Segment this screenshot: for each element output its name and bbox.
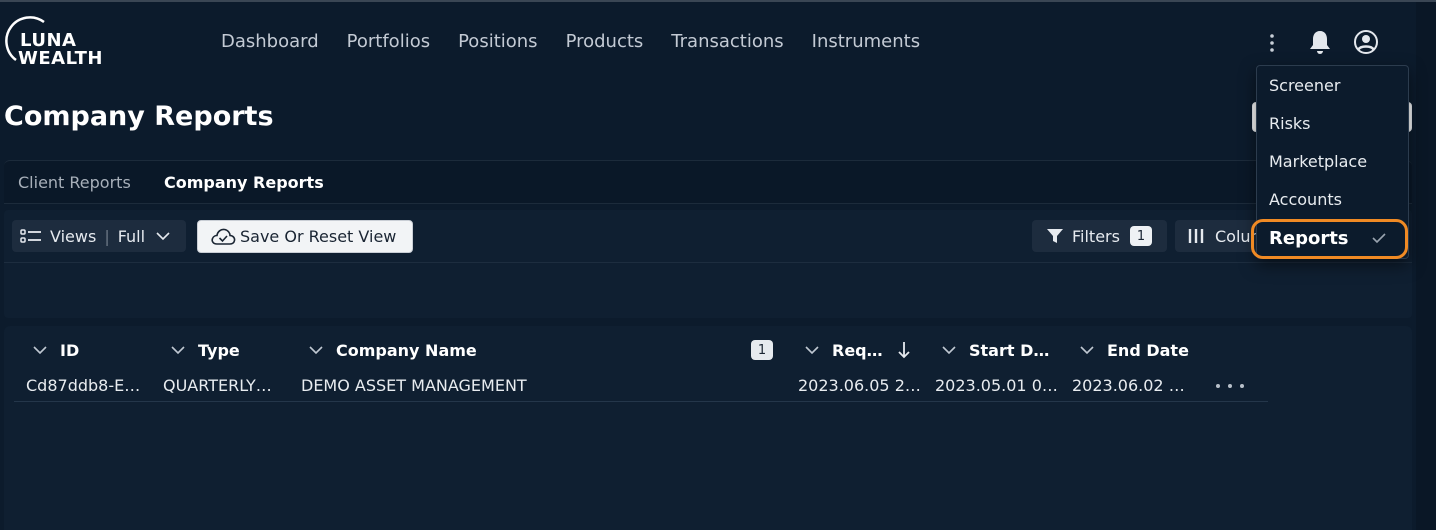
cell-id: Cd87ddb8-E… [26, 376, 141, 395]
menu-item-screener[interactable]: Screener [1269, 76, 1340, 96]
bell-icon[interactable] [1306, 28, 1334, 56]
report-tabs: Client Reports Company Reports [4, 160, 1412, 204]
column-header-start-date[interactable]: Start D… [941, 340, 1049, 360]
nav-transactions[interactable]: Transactions [671, 28, 783, 56]
user-avatar-icon[interactable] [1352, 28, 1380, 56]
main-nav: Dashboard Portfolios Positions Products … [221, 28, 920, 56]
column-header-label: ID [60, 340, 80, 360]
save-or-reset-view-button[interactable]: Save Or Reset View [197, 220, 413, 253]
menu-item-marketplace[interactable]: Marketplace [1269, 152, 1367, 172]
column-header-label: End Date [1107, 340, 1189, 360]
list-view-icon [20, 229, 41, 243]
nav-instruments[interactable]: Instruments [812, 28, 920, 56]
nav-positions[interactable]: Positions [458, 28, 537, 56]
more-menu-icon[interactable] [1264, 30, 1280, 56]
row-actions-icon[interactable] [1216, 378, 1244, 394]
columns-icon [1188, 229, 1204, 243]
filter-icon [1047, 229, 1063, 243]
table-row[interactable]: Cd87ddb8-E… QUARTERLY… DEMO ASSET MANAGE… [14, 370, 1268, 402]
nav-portfolios[interactable]: Portfolios [347, 28, 430, 56]
sort-count-badge: 1 [751, 340, 773, 360]
column-header-type[interactable]: Type [170, 340, 240, 360]
menu-item-risks[interactable]: Risks [1269, 114, 1311, 134]
filters-label: Filters [1072, 226, 1120, 246]
sort-descending-icon [897, 342, 910, 359]
page-title: Company Reports [4, 101, 274, 132]
column-header-id[interactable]: ID [32, 340, 79, 360]
column-header-end-date[interactable]: End Date [1079, 340, 1189, 360]
cell-start-date: 2023.05.01 0… [935, 376, 1058, 395]
chevron-down-icon [33, 346, 47, 355]
cell-type: QUARTERLY… [163, 376, 272, 395]
cell-company-name: DEMO ASSET MANAGEMENT [301, 376, 527, 395]
chevron-down-icon [171, 346, 185, 355]
chevron-down-icon [805, 346, 819, 355]
nav-products[interactable]: Products [566, 28, 644, 56]
views-separator: | [104, 226, 110, 246]
column-header-label: Req… [832, 340, 883, 360]
views-label: Views [50, 226, 97, 246]
menu-item-accounts[interactable]: Accounts [1269, 190, 1342, 210]
save-or-reset-view-label: Save Or Reset View [240, 227, 397, 246]
views-value: Full [117, 226, 146, 246]
column-header-requested[interactable]: Req… [804, 340, 911, 360]
tab-company-reports[interactable]: Company Reports [164, 173, 324, 193]
column-header-label: Type [198, 340, 240, 360]
cell-end-date: 2023.06.02 … [1072, 376, 1185, 395]
chevron-down-icon [942, 346, 956, 355]
toolbar-divider [4, 262, 1412, 263]
nav-dashboard[interactable]: Dashboard [221, 28, 319, 56]
logo-text-line2: WEALTH [18, 48, 103, 69]
checkmark-icon [1372, 233, 1386, 244]
chevron-down-icon [156, 232, 170, 241]
chevron-down-icon [309, 346, 323, 355]
views-dropdown[interactable]: Views | Full [12, 220, 186, 252]
chevron-down-icon [1080, 346, 1094, 355]
cloud-check-icon [211, 228, 236, 245]
cell-requested: 2023.06.05 2… [798, 376, 921, 395]
column-header-company-name[interactable]: Company Name [308, 340, 477, 360]
scroll-gutter [1416, 2, 1436, 530]
luna-wealth-logo[interactable]: LUNA WEALTH [4, 16, 114, 72]
column-header-label: Start D… [969, 340, 1050, 360]
column-header-label: Company Name [336, 340, 477, 360]
tab-client-reports[interactable]: Client Reports [18, 173, 131, 193]
filters-button[interactable]: Filters 1 [1032, 220, 1167, 252]
filters-count-badge: 1 [1129, 226, 1152, 246]
